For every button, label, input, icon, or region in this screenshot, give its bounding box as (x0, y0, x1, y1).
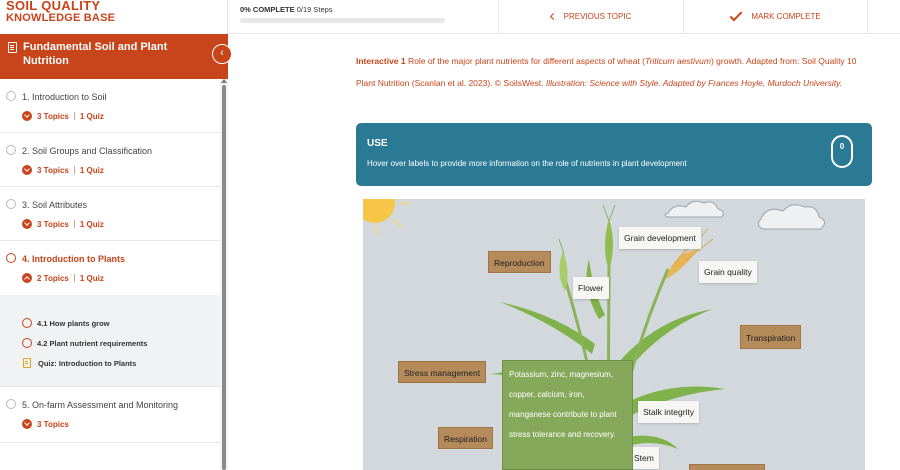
course-header[interactable]: Fundamental Soil and Plant Nutrition (0, 34, 228, 79)
hidden-label[interactable] (689, 464, 765, 470)
topic-item[interactable]: 4.1 How plants grow (0, 313, 220, 333)
lesson-meta: 3 Topics 1 Quiz (22, 111, 104, 121)
status-circle-icon (6, 399, 16, 409)
site-logo[interactable]: SOIL QUALITY KNOWLEDGE BASE (6, 0, 115, 24)
mark-complete-button[interactable]: MARK COMPLETE (683, 0, 868, 33)
respiration-label[interactable]: Respiration (438, 427, 493, 449)
lesson-title[interactable]: 3. Soil Attributes (22, 200, 87, 210)
sun-icon (363, 199, 395, 223)
status-circle-icon (22, 318, 32, 328)
top-bar: 0% COMPLETE 0/19 Steps PREVIOUS TOPIC MA… (228, 0, 900, 34)
divider (73, 220, 75, 228)
lesson-item[interactable]: 2. Soil Groups and Classification 3 Topi… (0, 133, 220, 187)
chevron-left-icon (549, 12, 557, 21)
topics-panel: 4.1 How plants grow 4.2 Plant nutrient r… (0, 295, 220, 387)
quiz-label: Quiz: Introduction to Plants (38, 358, 137, 368)
lesson-item-active[interactable]: 4. Introduction to Plants 2 Topics 1 Qui… (0, 241, 220, 295)
topics-count: 3 Topics (37, 165, 69, 175)
caption-credit: Illustration: Science with Style. Adapte… (545, 78, 843, 88)
quiz-count: 1 Quiz (79, 111, 104, 121)
divider (73, 112, 75, 120)
stress-management-label[interactable]: Stress management (398, 361, 487, 383)
lesson-meta: 3 Topics (22, 419, 69, 429)
lesson-title[interactable]: 1. Introduction to Soil (22, 92, 107, 102)
progress-percent: 0% COMPLETE (240, 5, 295, 14)
status-circle-icon (6, 199, 16, 209)
expand-toggle-icon[interactable] (22, 165, 32, 175)
quiz-item[interactable]: Quiz: Introduction to Plants (0, 353, 220, 373)
divider (73, 274, 75, 282)
topics-count: 3 Topics (37, 419, 69, 429)
cloud-icon (664, 200, 825, 230)
topics-count: 2 Topics (37, 273, 69, 283)
use-heading: USE (367, 138, 388, 149)
status-circle-icon (6, 253, 16, 263)
status-circle-icon (6, 145, 16, 155)
expand-toggle-icon[interactable] (22, 419, 32, 429)
status-circle-icon (22, 338, 32, 348)
progress-bar (240, 18, 445, 23)
chevron-left-icon: ‹ (220, 47, 224, 59)
topic-item[interactable]: 4.2 Plant nutrient requirements (0, 333, 220, 353)
grain-quality-label[interactable]: Grain quality (699, 261, 757, 283)
collapse-toggle-icon[interactable] (22, 273, 32, 283)
lesson-title[interactable]: 2. Soil Groups and Classification (22, 146, 152, 156)
logo-line-2: KNOWLEDGE BASE (6, 12, 116, 24)
document-icon (8, 42, 17, 53)
quiz-icon (23, 358, 31, 368)
topics-count: 3 Topics (37, 219, 69, 229)
stalk-integrity-label[interactable]: Stalk integrity (638, 401, 700, 423)
progress-label: 0% COMPLETE 0/19 Steps (240, 5, 333, 14)
course-sidebar: SOIL QUALITY KNOWLEDGE BASE Fundamental … (0, 0, 228, 470)
topic-label: 4.1 How plants grow (37, 318, 110, 328)
lesson-item[interactable]: 3. Soil Attributes 3 Topics 1 Quiz (0, 187, 220, 241)
topic-label: 4.2 Plant nutrient requirements (37, 338, 148, 348)
topics-count: 3 Topics (37, 111, 69, 121)
mouse-icon-text: 0 (839, 142, 845, 151)
lesson-title[interactable]: 4. Introduction to Plants (22, 254, 125, 264)
sidebar-scrollbar[interactable] (220, 79, 228, 470)
scrollbar-thumb[interactable] (222, 85, 226, 470)
grain-development-label[interactable]: Grain development (619, 227, 701, 249)
wheat-illustration: Grain development Reproduction Flower Gr… (363, 199, 865, 470)
transpiration-label[interactable]: Transpiration (740, 325, 802, 349)
progress-steps: 0/19 Steps (296, 5, 333, 14)
previous-topic-button[interactable]: PREVIOUS TOPIC (498, 0, 683, 33)
course-title: Fundamental Soil and Plant Nutrition (23, 41, 168, 67)
use-instructions-box: USE Hover over labels to provide more in… (356, 123, 872, 186)
mark-complete-label: MARK COMPLETE (751, 12, 821, 21)
reproduction-label[interactable]: Reproduction (488, 251, 551, 273)
use-text: Hover over labels to provide more inform… (367, 159, 687, 168)
caption-text-a: Role of the major plant nutrients for di… (405, 56, 646, 66)
checkmark-icon (729, 8, 743, 21)
caption-species: Triticum aestivum (645, 56, 711, 66)
lesson-item[interactable]: 1. Introduction to Soil 3 Topics 1 Quiz (0, 79, 220, 133)
quiz-count: 1 Quiz (79, 273, 104, 283)
scroll-up-icon[interactable] (221, 79, 227, 83)
quiz-count: 1 Quiz (79, 165, 104, 175)
expand-toggle-icon[interactable] (22, 111, 32, 121)
interactive-caption: Interactive 1 Role of the major plant nu… (356, 50, 876, 94)
flower-label[interactable]: Flower (573, 277, 609, 299)
nutrient-tooltip: Potassium, zinc, magnesium, copper, calc… (502, 360, 633, 470)
stem-label[interactable]: Stem (629, 447, 659, 469)
lesson-title[interactable]: 5. On-farm Assessment and Monitoring (22, 400, 178, 410)
lesson-meta: 3 Topics 1 Quiz (22, 219, 104, 229)
caption-label: Interactive 1 (356, 56, 406, 66)
lesson-meta: 3 Topics 1 Quiz (22, 165, 104, 175)
mouse-icon: 0 (831, 135, 853, 168)
expand-toggle-icon[interactable] (22, 219, 32, 229)
lesson-item[interactable]: 5. On-farm Assessment and Monitoring 3 T… (0, 387, 220, 443)
divider (73, 166, 75, 174)
logo-line-1: SOIL QUALITY (6, 0, 101, 13)
lesson-meta: 2 Topics 1 Quiz (22, 273, 104, 283)
lesson-list: 1. Introduction to Soil 3 Topics 1 Quiz … (0, 79, 220, 443)
quiz-count: 1 Quiz (79, 219, 104, 229)
status-circle-icon (6, 91, 16, 101)
collapse-sidebar-button[interactable]: ‹ (212, 44, 232, 64)
previous-topic-label: PREVIOUS TOPIC (563, 12, 632, 21)
